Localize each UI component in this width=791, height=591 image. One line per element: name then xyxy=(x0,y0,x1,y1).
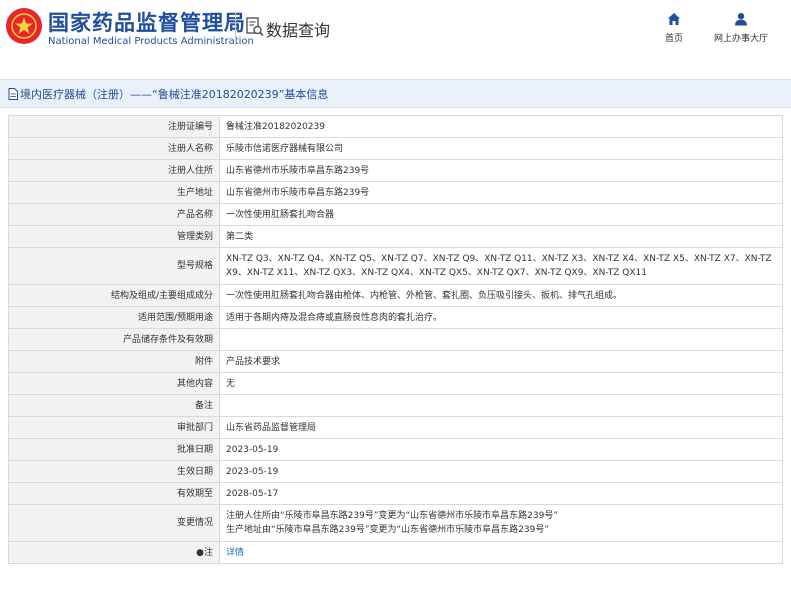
field-value xyxy=(219,394,783,417)
header-divider xyxy=(235,13,236,45)
breadcrumb: 境内医疗器械（注册）——“鲁械注准20182020239”基本信息 xyxy=(8,86,328,103)
field-label: 审批部门 xyxy=(8,416,220,439)
table-row: 适用范围/预期用途 适用于各期内痔及混合痔或直肠良性息肉的套扎治疗。 xyxy=(8,306,783,329)
table-row: 变更情况 注册人住所由“乐陵市阜昌东路239号”变更为“山东省德州市乐陵市阜昌东… xyxy=(8,504,783,542)
registration-info-table: 注册证编号 鲁械注准20182020239 注册人名称 乐陵市信诺医疗器械有限公… xyxy=(8,115,783,564)
field-label: 注册人住所 xyxy=(8,159,220,182)
table-row: 审批部门 山东省药品监督管理局 xyxy=(8,416,783,439)
field-label: 注册证编号 xyxy=(8,115,220,138)
table-row: 注册人名称 乐陵市信诺医疗器械有限公司 xyxy=(8,137,783,160)
field-value: XN-TZ Q3、XN-TZ Q4、XN-TZ Q5、XN-TZ Q7、XN-T… xyxy=(219,247,783,285)
field-value: 适用于各期内痔及混合痔或直肠良性息肉的套扎治疗。 xyxy=(219,306,783,329)
org-name-cn: 国家药品监督管理局 xyxy=(48,11,246,35)
field-value: 无 xyxy=(219,372,783,395)
home-icon xyxy=(668,13,680,25)
nmpa-logo-icon xyxy=(6,8,42,44)
field-label: 适用范围/预期用途 xyxy=(8,306,220,329)
field-value: 2023-05-19 xyxy=(219,438,783,461)
field-value: 第二类 xyxy=(219,225,783,248)
change-item-2: 生产地址由“乐陵市阜昌东路239号”变更为“山东省德州市乐陵市阜昌东路239号” xyxy=(226,525,550,535)
field-value: 一次性使用肛肠套扎吻合器由枪体、内枪管、外枪管、套扎圈、负压吸引接头、扳机、排气… xyxy=(219,284,783,307)
table-row: 结构及组成/主要组成成分 一次性使用肛肠套扎吻合器由枪体、内枪管、外枪管、套扎圈… xyxy=(8,284,783,307)
document-icon xyxy=(8,88,18,103)
table-row: 批准日期 2023-05-19 xyxy=(8,438,783,461)
field-label: 产品储存条件及有效期 xyxy=(8,328,220,351)
field-value: 山东省德州市乐陵市阜昌东路239号 xyxy=(219,159,783,182)
table-row: 注册人住所 山东省德州市乐陵市阜昌东路239号 xyxy=(8,159,783,182)
search-document-icon xyxy=(246,17,264,41)
field-value: 注册人住所由“乐陵市阜昌东路239号”变更为“山东省德州市乐陵市阜昌东路239号… xyxy=(219,504,783,542)
field-label: 管理类别 xyxy=(8,225,220,248)
field-label: 变更情况 xyxy=(8,504,220,542)
table-row: 型号规格 XN-TZ Q3、XN-TZ Q4、XN-TZ Q5、XN-TZ Q7… xyxy=(8,247,783,285)
field-value: 2028-05-17 xyxy=(219,482,783,505)
site-header: 国家药品监督管理局 National Medical Products Admi… xyxy=(0,0,791,62)
field-label: 结构及组成/主要组成成分 xyxy=(8,284,220,307)
table-row: 生效日期 2023-05-19 xyxy=(8,460,783,483)
table-row: 产品名称 一次性使用肛肠套扎吻合器 xyxy=(8,203,783,226)
nav-home-label: 首页 xyxy=(664,34,683,44)
details-link[interactable]: 详情 xyxy=(226,548,244,558)
org-name-en: National Medical Products Administration xyxy=(48,36,254,47)
field-value: 详情 xyxy=(219,541,783,564)
table-row: 注册证编号 鲁械注准20182020239 xyxy=(8,115,783,138)
field-label: 型号规格 xyxy=(8,247,220,285)
note-label: 注 xyxy=(203,547,213,558)
field-label: 批准日期 xyxy=(8,438,220,461)
table-row: 生产地址 山东省德州市乐陵市阜昌东路239号 xyxy=(8,181,783,204)
field-label: ●注 xyxy=(8,541,220,564)
field-label: 备注 xyxy=(8,394,220,417)
bullet-dot-icon: ● xyxy=(196,547,204,558)
breadcrumb-bar: 境内医疗器械（注册）——“鲁械注准20182020239”基本信息 xyxy=(0,79,791,108)
field-label: 生产地址 xyxy=(8,181,220,204)
field-label: 附件 xyxy=(8,350,220,373)
field-value: 山东省德州市乐陵市阜昌东路239号 xyxy=(219,181,783,204)
table-row: 管理类别 第二类 xyxy=(8,225,783,248)
nav-online-service-label: 网上办事大厅 xyxy=(713,34,768,44)
field-value: 鲁械注准20182020239 xyxy=(219,115,783,138)
table-row: ●注 详情 xyxy=(8,541,783,564)
page-title: 数据查询 xyxy=(266,21,331,40)
field-value: 乐陵市信诺医疗器械有限公司 xyxy=(219,137,783,160)
field-value: 产品技术要求 xyxy=(219,350,783,373)
breadcrumb-text: 境内医疗器械（注册）——“鲁械注准20182020239”基本信息 xyxy=(20,88,329,101)
field-label: 有效期至 xyxy=(8,482,220,505)
field-value: 一次性使用肛肠套扎吻合器 xyxy=(219,203,783,226)
nav-online-service-hall[interactable]: 网上办事大厅 xyxy=(706,12,776,44)
nav-home[interactable]: 首页 xyxy=(660,12,688,44)
field-label: 产品名称 xyxy=(8,203,220,226)
user-icon xyxy=(735,13,747,26)
table-row: 有效期至 2028-05-17 xyxy=(8,482,783,505)
field-label: 生效日期 xyxy=(8,460,220,483)
field-value: 2023-05-19 xyxy=(219,460,783,483)
field-value xyxy=(219,328,783,351)
table-row: 附件 产品技术要求 xyxy=(8,350,783,373)
field-label: 其他内容 xyxy=(8,372,220,395)
table-row: 产品储存条件及有效期 xyxy=(8,328,783,351)
field-label: 注册人名称 xyxy=(8,137,220,160)
table-row: 其他内容 无 xyxy=(8,372,783,395)
change-item-1: 注册人住所由“乐陵市阜昌东路239号”变更为“山东省德州市乐陵市阜昌东路239号… xyxy=(226,511,559,521)
field-value: 山东省药品监督管理局 xyxy=(219,416,783,439)
table-row: 备注 xyxy=(8,394,783,417)
